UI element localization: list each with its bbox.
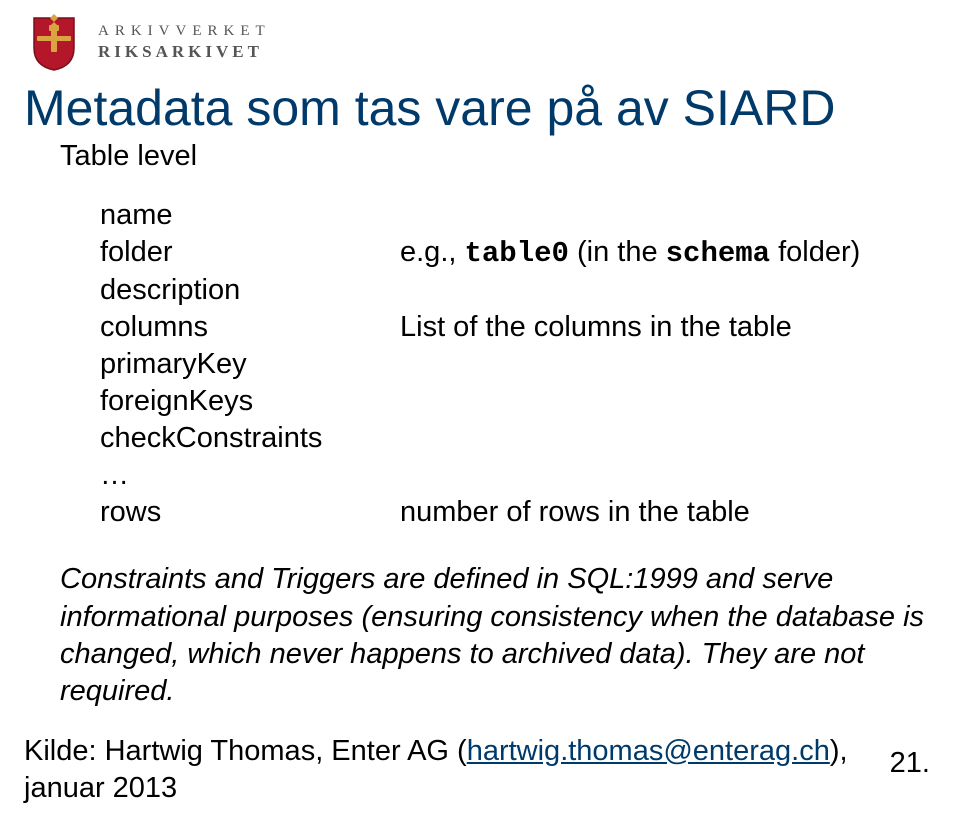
def-row: columns List of the columns in the table bbox=[100, 309, 936, 346]
definitions-list: name folder e.g., table0 (in the schema … bbox=[0, 197, 960, 532]
def-key: description bbox=[100, 272, 400, 309]
def-row: folder e.g., table0 (in the schema folde… bbox=[100, 234, 936, 272]
def-val bbox=[400, 383, 936, 420]
def-key: … bbox=[100, 457, 400, 494]
def-val bbox=[400, 346, 936, 383]
def-row: … bbox=[100, 457, 936, 494]
def-val: List of the columns in the table bbox=[400, 309, 936, 346]
def-val: number of rows in the table bbox=[400, 494, 936, 531]
def-key: rows bbox=[100, 494, 400, 531]
source-line: Kilde: Hartwig Thomas, Enter AG (hartwig… bbox=[24, 733, 930, 808]
brand-line-2: RIKSARKIVET bbox=[98, 42, 271, 62]
def-val bbox=[400, 457, 936, 494]
def-row: checkConstraints bbox=[100, 420, 936, 457]
def-row: name bbox=[100, 197, 936, 234]
def-key: folder bbox=[100, 234, 400, 272]
def-row: foreignKeys bbox=[100, 383, 936, 420]
def-val bbox=[400, 197, 936, 234]
def-key: primaryKey bbox=[100, 346, 400, 383]
def-row: rows number of rows in the table bbox=[100, 494, 936, 531]
subtitle: Table level bbox=[0, 138, 960, 197]
crest-icon bbox=[24, 12, 84, 72]
def-key: columns bbox=[100, 309, 400, 346]
def-key: name bbox=[100, 197, 400, 234]
brand-text: ARKIVVERKET RIKSARKIVET bbox=[98, 23, 271, 62]
slide: ARKIVVERKET RIKSARKIVET Metadata som tas… bbox=[0, 0, 960, 818]
page-title: Metadata som tas vare på av SIARD bbox=[0, 72, 960, 138]
def-key: foreignKeys bbox=[100, 383, 400, 420]
brand-line-1: ARKIVVERKET bbox=[98, 23, 271, 40]
note-paragraph: Constraints and Triggers are defined in … bbox=[0, 531, 960, 709]
source-prefix: Kilde: Hartwig Thomas, Enter AG ( bbox=[24, 735, 467, 767]
def-row: primaryKey bbox=[100, 346, 936, 383]
def-key: checkConstraints bbox=[100, 420, 400, 457]
def-row: description bbox=[100, 272, 936, 309]
def-val: e.g., table0 (in the schema folder) bbox=[400, 234, 936, 272]
def-val bbox=[400, 272, 936, 309]
def-val bbox=[400, 420, 936, 457]
logo-row: ARKIVVERKET RIKSARKIVET bbox=[0, 0, 960, 72]
source-link[interactable]: hartwig.thomas@enterag.ch bbox=[467, 735, 830, 767]
